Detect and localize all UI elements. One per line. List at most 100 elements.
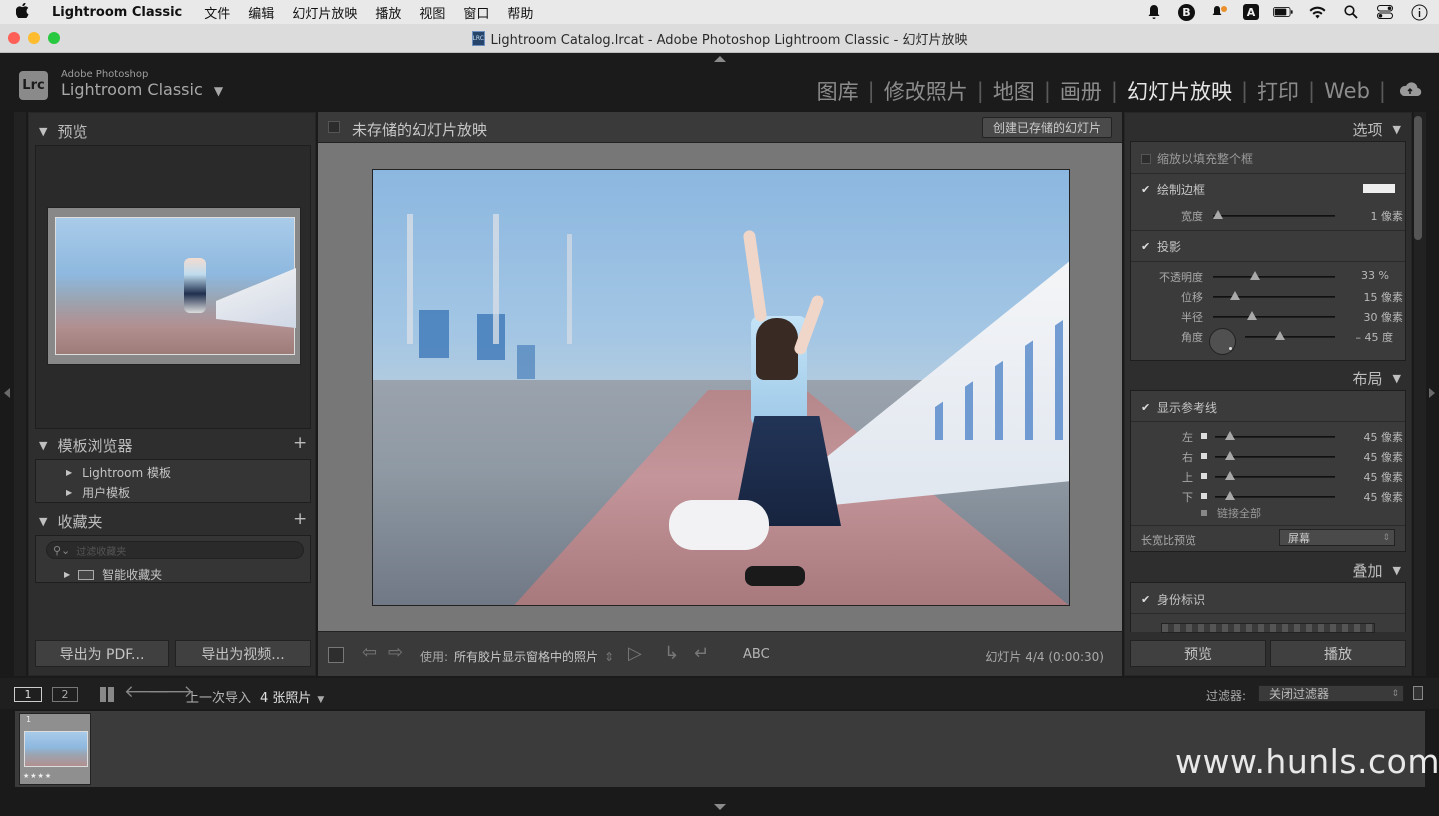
- template-browser-header[interactable]: ▼ 模板浏览器: [39, 435, 132, 456]
- a-input-icon[interactable]: A: [1243, 4, 1259, 20]
- aspect-preview-select[interactable]: 屏幕 ⇕: [1279, 529, 1395, 546]
- bottom-panel-toggle-icon[interactable]: [714, 804, 726, 810]
- apple-menu-icon[interactable]: [15, 2, 34, 22]
- zoom-fill-option[interactable]: 缩放以填充整个框: [1141, 150, 1253, 167]
- slider-knob[interactable]: [1213, 210, 1223, 219]
- filter-lock-icon[interactable]: [1413, 686, 1423, 700]
- primary-display-button[interactable]: 1: [14, 687, 42, 702]
- photo-count[interactable]: 4 张照片 ▼: [260, 687, 324, 706]
- zoom-fill-checkbox[interactable]: [1141, 153, 1151, 164]
- notification-icon[interactable]: [1209, 4, 1229, 20]
- guide-left-link-checkbox[interactable]: [1201, 433, 1207, 439]
- stroke-width-slider[interactable]: [1213, 210, 1335, 219]
- guide-top-link-checkbox[interactable]: [1201, 473, 1207, 479]
- zoom-window-button[interactable]: [48, 32, 60, 44]
- smart-collections-item[interactable]: ▶ 智能收藏夹: [64, 566, 162, 583]
- filter-select[interactable]: 关闭过滤器 ⇕: [1258, 685, 1404, 702]
- template-item-user[interactable]: ▶ 用户模板: [66, 484, 130, 501]
- wifi-icon[interactable]: [1307, 4, 1327, 20]
- slider-knob[interactable]: [1249, 271, 1260, 280]
- slider-knob[interactable]: [1224, 451, 1235, 460]
- stroke-border-option[interactable]: ✔ 绘制边框: [1141, 181, 1205, 198]
- rotate-right-icon[interactable]: ↵: [694, 643, 709, 664]
- right-panel-toggle-icon[interactable]: [1429, 388, 1435, 398]
- close-window-button[interactable]: [8, 32, 20, 44]
- grid-view-icon[interactable]: [100, 687, 115, 702]
- identity-plate-checkbox[interactable]: ✔: [1141, 594, 1151, 605]
- product-name[interactable]: Lightroom Classic ▼: [61, 80, 223, 99]
- menu-view[interactable]: 视图: [419, 3, 445, 22]
- identity-plate-option[interactable]: ✔ 身份标识: [1141, 591, 1205, 608]
- shadow-opacity-slider[interactable]: [1213, 271, 1335, 280]
- export-video-button[interactable]: 导出为视频...: [175, 640, 311, 667]
- add-text-abc-button[interactable]: ABC: [743, 647, 770, 662]
- product-dropdown-icon[interactable]: ▼: [214, 84, 223, 98]
- guide-right-slider[interactable]: [1215, 451, 1335, 460]
- collections-search-input[interactable]: 过滤收藏夹: [76, 543, 126, 558]
- b-badge-icon[interactable]: B: [1178, 3, 1195, 21]
- app-menu[interactable]: Lightroom Classic: [52, 5, 182, 20]
- module-web[interactable]: Web: [1318, 79, 1376, 103]
- link-all-option[interactable]: 链接全部: [1201, 505, 1261, 521]
- border-color-swatch[interactable]: [1363, 184, 1395, 193]
- source-label[interactable]: 上一次导入: [186, 687, 251, 706]
- secondary-display-button[interactable]: 2: [52, 687, 78, 702]
- module-print[interactable]: 打印: [1251, 76, 1305, 106]
- guide-left-slider[interactable]: [1215, 431, 1335, 440]
- module-map[interactable]: 地图: [987, 76, 1041, 106]
- guide-top-slider[interactable]: [1215, 471, 1335, 480]
- next-slide-icon[interactable]: ⇨: [388, 642, 403, 663]
- template-item-lightroom[interactable]: ▶ Lightroom 模板: [66, 464, 171, 481]
- shadow-radius-slider[interactable]: [1213, 311, 1335, 320]
- show-guides-option[interactable]: ✔ 显示参考线: [1141, 399, 1217, 416]
- menu-help[interactable]: 帮助: [507, 3, 533, 22]
- preview-button[interactable]: 预览: [1130, 640, 1266, 667]
- stop-square-icon[interactable]: [328, 647, 344, 663]
- right-panel-scrollbar[interactable]: [1414, 116, 1422, 240]
- shadow-checkbox[interactable]: ✔: [1141, 241, 1151, 252]
- menu-edit[interactable]: 编辑: [248, 3, 274, 22]
- module-slideshow[interactable]: 幻灯片放映: [1121, 76, 1238, 106]
- battery-icon[interactable]: [1273, 4, 1293, 20]
- add-collection-icon[interactable]: +: [293, 509, 307, 529]
- collections-search[interactable]: ⚲⌄ 过滤收藏夹: [46, 541, 304, 559]
- layout-header[interactable]: 布局 ▼: [1353, 368, 1401, 389]
- angle-dial[interactable]: [1209, 328, 1236, 355]
- rotate-left-icon[interactable]: ↳: [664, 643, 679, 664]
- menu-slideshow[interactable]: 幻灯片放映: [292, 3, 357, 22]
- bell-icon[interactable]: [1144, 4, 1164, 20]
- search-icon[interactable]: [1341, 4, 1361, 20]
- left-panel-toggle-icon[interactable]: [4, 388, 10, 398]
- options-header[interactable]: 选项 ▼: [1353, 119, 1401, 140]
- collections-header[interactable]: ▼ 收藏夹: [39, 511, 102, 532]
- slider-knob[interactable]: [1229, 291, 1240, 300]
- add-template-icon[interactable]: +: [293, 433, 307, 453]
- module-develop[interactable]: 修改照片: [878, 76, 974, 106]
- control-center-icon[interactable]: [1375, 4, 1395, 20]
- filmstrip-thumbnail[interactable]: 1 ★★★★: [19, 713, 91, 785]
- guide-bottom-slider[interactable]: [1215, 491, 1335, 500]
- stroke-border-checkbox[interactable]: ✔: [1141, 184, 1151, 195]
- module-library[interactable]: 图库: [811, 76, 865, 106]
- guide-right-link-checkbox[interactable]: [1201, 453, 1207, 459]
- guide-bottom-link-checkbox[interactable]: [1201, 493, 1207, 499]
- slider-knob[interactable]: [1224, 431, 1235, 440]
- show-guides-checkbox[interactable]: ✔: [1141, 402, 1151, 413]
- cloud-sync-icon[interactable]: [1398, 80, 1422, 98]
- use-select[interactable]: 所有胶片显示窗格中的照片 ⇕: [454, 648, 614, 665]
- create-saved-slideshow-button[interactable]: 创建已存储的幻灯片: [981, 117, 1112, 138]
- slider-knob[interactable]: [1224, 471, 1235, 480]
- menu-play[interactable]: 播放: [375, 3, 401, 22]
- slider-knob[interactable]: [1224, 491, 1235, 500]
- preview-panel-header[interactable]: ▼ 预览: [39, 121, 87, 142]
- module-book[interactable]: 画册: [1054, 76, 1108, 106]
- play-preview-icon[interactable]: ▷: [628, 643, 642, 664]
- play-button[interactable]: 播放: [1270, 640, 1406, 667]
- shadow-offset-slider[interactable]: [1213, 291, 1335, 300]
- slider-knob[interactable]: [1275, 331, 1285, 340]
- prev-slide-icon[interactable]: ⇦: [362, 642, 377, 663]
- menu-file[interactable]: 文件: [204, 3, 230, 22]
- info-icon[interactable]: [1409, 4, 1429, 20]
- shadow-angle-slider[interactable]: [1245, 331, 1335, 340]
- overlays-header[interactable]: 叠加 ▼: [1353, 560, 1401, 581]
